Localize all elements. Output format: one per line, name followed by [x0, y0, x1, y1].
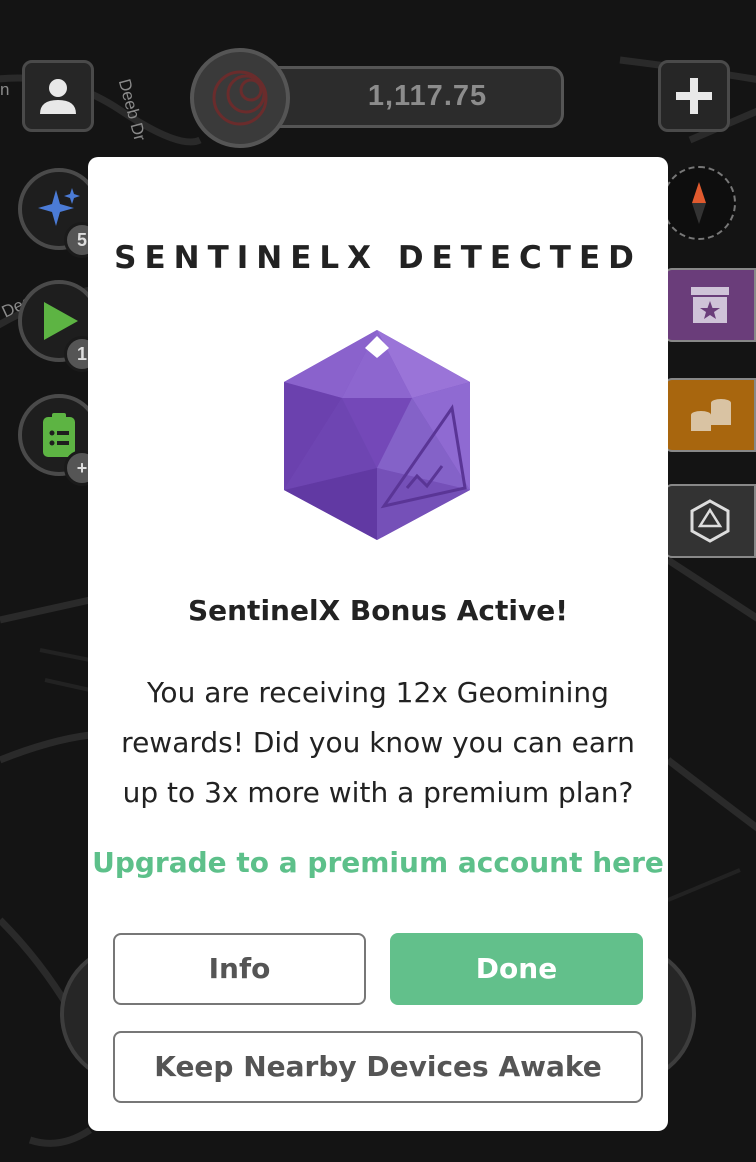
keep-devices-awake-button[interactable]: Keep Nearby Devices Awake: [113, 1031, 643, 1103]
dice-button[interactable]: [664, 484, 756, 558]
done-button[interactable]: Done: [390, 933, 643, 1005]
profile-button[interactable]: [22, 60, 94, 132]
compass-icon[interactable]: [662, 166, 736, 240]
dice-icon: [690, 499, 730, 543]
upgrade-premium-link[interactable]: Upgrade to a premium account here: [0, 846, 756, 879]
coins-icon: [691, 399, 731, 431]
coins-button[interactable]: [664, 378, 756, 452]
street-label: n: [0, 80, 10, 99]
modal-body-text: You are receiving 12x Geomining rewards!…: [121, 676, 635, 809]
info-button[interactable]: Info: [113, 933, 366, 1005]
balance-value: 1,117.75: [367, 80, 488, 112]
xyo-coin-icon: [190, 48, 290, 148]
store-button[interactable]: [664, 268, 756, 342]
profile-icon: [40, 79, 76, 114]
modal-title: SENTINELX DETECTED: [114, 240, 642, 276]
modal-subtitle: SentinelX Bonus Active!: [187, 594, 569, 627]
plus-icon: [676, 78, 712, 114]
star-box-icon: [691, 287, 729, 323]
sentinelx-gem-icon: [284, 330, 470, 540]
add-button[interactable]: [658, 60, 730, 132]
